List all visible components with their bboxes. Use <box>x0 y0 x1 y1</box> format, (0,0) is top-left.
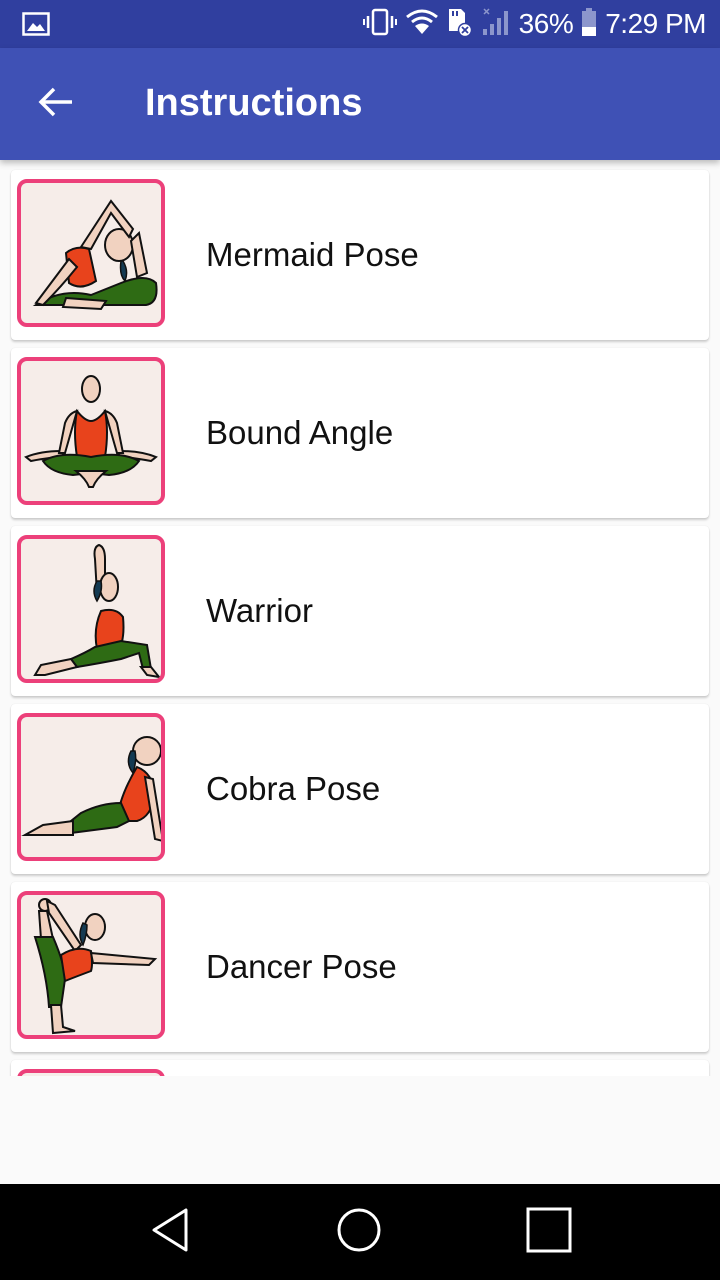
dancer-pose-illustration <box>17 891 165 1039</box>
warrior-illustration <box>17 535 165 683</box>
pose-name: Bound Angle <box>206 414 394 451</box>
pose-list-item[interactable] <box>11 1060 709 1076</box>
pose-name: Dancer Pose <box>206 948 397 985</box>
pose-list-item[interactable]: Dancer Pose <box>11 882 709 1052</box>
cobra-pose-illustration <box>17 713 165 861</box>
nav-home-icon <box>335 1206 383 1259</box>
pose-list-item[interactable]: Bound Angle <box>11 348 709 518</box>
signal-icon <box>481 7 511 42</box>
arrow-back-icon <box>38 86 74 123</box>
page-title: Instructions <box>145 82 363 124</box>
wifi-icon <box>405 8 439 41</box>
pose-list-item[interactable]: Cobra Pose <box>11 704 709 874</box>
pose-list-item[interactable]: Mermaid Pose <box>11 170 709 340</box>
pose-name: Mermaid Pose <box>206 236 419 273</box>
sd-card-error-icon <box>447 7 473 42</box>
status-bar: 36% 7:29 PM <box>0 0 720 48</box>
nav-recents-icon <box>526 1207 572 1258</box>
back-button[interactable] <box>24 72 88 136</box>
pose-list-item[interactable]: Warrior <box>11 526 709 696</box>
nav-home-button[interactable] <box>319 1202 399 1262</box>
pose-name: Warrior <box>206 592 313 629</box>
nav-back-button[interactable] <box>130 1202 210 1262</box>
app-bar: Instructions <box>0 48 720 160</box>
image-notification-icon <box>22 12 50 36</box>
battery-percent: 36% <box>518 8 574 39</box>
clock: 7:29 PM <box>605 8 706 39</box>
bound-angle-illustration <box>17 357 165 505</box>
vibrate-icon <box>362 8 397 41</box>
pose-name: Cobra Pose <box>206 770 381 807</box>
pose-illustration <box>17 1069 165 1076</box>
nav-back-icon <box>148 1206 192 1259</box>
list-empty-space <box>0 1076 720 1184</box>
navigation-bar <box>0 1184 720 1280</box>
battery-icon <box>581 7 597 42</box>
nav-recents-button[interactable] <box>509 1202 589 1262</box>
mermaid-pose-illustration <box>17 179 165 327</box>
pose-list[interactable]: Mermaid Pose Bound Angle Warrior Cobra P… <box>0 160 720 1076</box>
